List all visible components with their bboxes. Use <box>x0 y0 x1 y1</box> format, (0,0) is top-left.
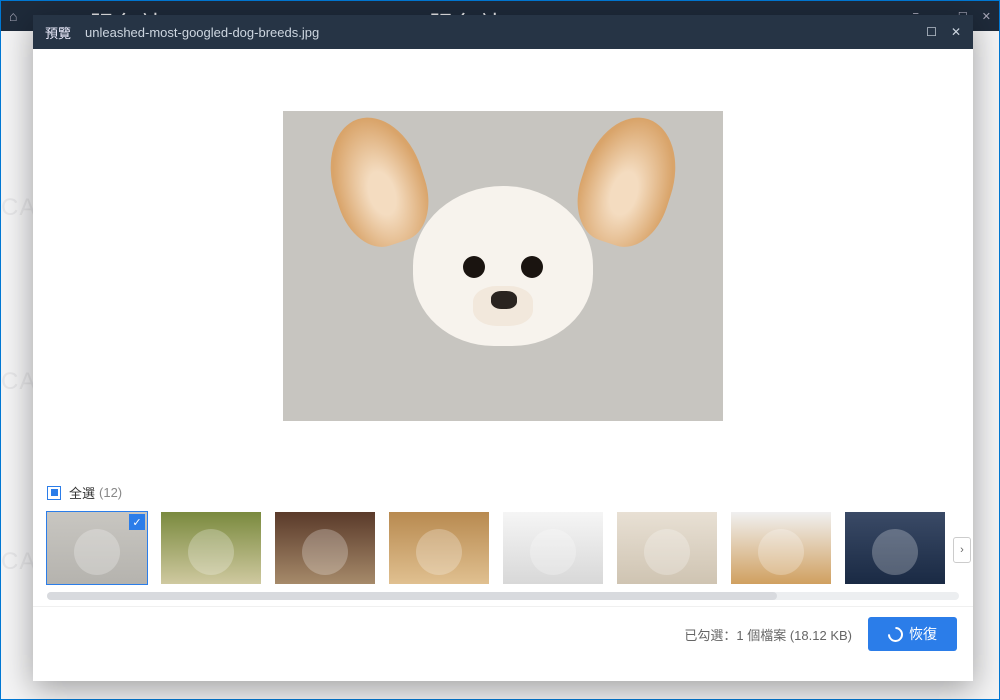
thumb-puppies[interactable] <box>161 512 261 584</box>
modal-maximize-icon[interactable]: ☐ <box>926 25 937 39</box>
thumb-dark[interactable] <box>845 512 945 584</box>
select-all-label: 全選 <box>69 483 95 502</box>
thumb-cat-orange[interactable] <box>389 512 489 584</box>
scroll-right-button[interactable]: › <box>953 537 971 563</box>
restore-icon <box>885 623 906 644</box>
preview-area <box>33 49 973 479</box>
selection-status: 已勾選：1 個檔案 (18.12 KB) <box>684 625 852 644</box>
thumb-kittens[interactable] <box>617 512 717 584</box>
modal-title: 預覽 <box>45 23 71 42</box>
close-icon[interactable]: ✕ <box>982 10 991 23</box>
scrollbar-thumb[interactable] <box>47 592 777 600</box>
recover-button[interactable]: 恢復 <box>868 617 957 651</box>
thumb-dog[interactable]: ✓ <box>47 512 147 584</box>
thumbnail-scrollbar[interactable] <box>47 592 959 600</box>
app-window: ⌂ ≡ — ☐ ✕ CAX服务站 www.caxfwz.com CAX服务站 w… <box>0 0 1000 700</box>
main-preview-image <box>283 111 723 421</box>
modal-footer: 已勾選：1 個檔案 (18.12 KB) 恢復 <box>33 606 973 665</box>
home-icon[interactable]: ⌂ <box>9 8 17 24</box>
selected-check-icon: ✓ <box>129 514 145 530</box>
modal-close-icon[interactable]: ✕ <box>951 25 961 39</box>
preview-modal: 預覽 unleashed-most-googled-dog-breeds.jpg… <box>33 15 973 681</box>
thumb-cats-white[interactable] <box>503 512 603 584</box>
recover-label: 恢復 <box>909 624 937 644</box>
thumb-cat-gray[interactable] <box>275 512 375 584</box>
thumbnail-strip: ✓› <box>33 508 973 592</box>
thumb-kitten-orange[interactable] <box>731 512 831 584</box>
select-all-row: 全選 (12) <box>33 479 973 508</box>
select-all-checkbox[interactable] <box>47 486 61 500</box>
modal-filename: unleashed-most-googled-dog-breeds.jpg <box>85 25 319 40</box>
total-count: (12) <box>99 485 122 500</box>
modal-header: 預覽 unleashed-most-googled-dog-breeds.jpg… <box>33 15 973 49</box>
